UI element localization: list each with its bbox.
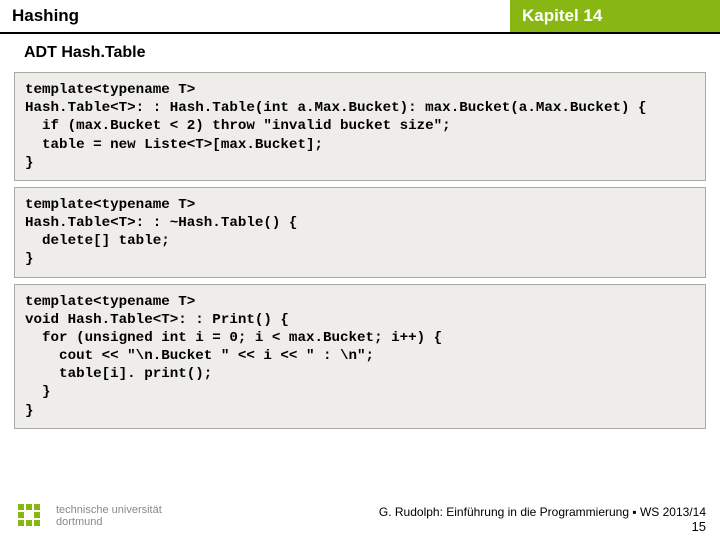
university-logo: technische universität dortmund	[16, 500, 162, 534]
section-subtitle: ADT Hash.Table	[0, 34, 720, 68]
code-block-print: template<typename T> void Hash.Table<T>:…	[14, 284, 706, 429]
chapter-label: Kapitel 14	[522, 6, 602, 26]
lecture-title: Hashing	[12, 6, 79, 26]
header-bar: Hashing Kapitel 14	[0, 0, 720, 34]
code-block-destructor: template<typename T> Hash.Table<T>: : ~H…	[14, 187, 706, 278]
university-name: technische universität dortmund	[56, 505, 162, 528]
credit-line: G. Rudolph: Einführung in die Programmie…	[379, 505, 706, 519]
uni-line2: dortmund	[56, 517, 162, 529]
slide-footer: technische universität dortmund G. Rudol…	[0, 500, 720, 534]
header-right: Kapitel 14	[510, 0, 720, 34]
code-block-constructor: template<typename T> Hash.Table<T>: : Ha…	[14, 72, 706, 181]
footer-right: G. Rudolph: Einführung in die Programmie…	[379, 505, 706, 534]
header-left: Hashing	[0, 0, 510, 34]
tu-logo-icon	[16, 500, 50, 534]
page-number: 15	[379, 519, 706, 534]
subtitle-text: ADT Hash.Table	[24, 44, 146, 61]
